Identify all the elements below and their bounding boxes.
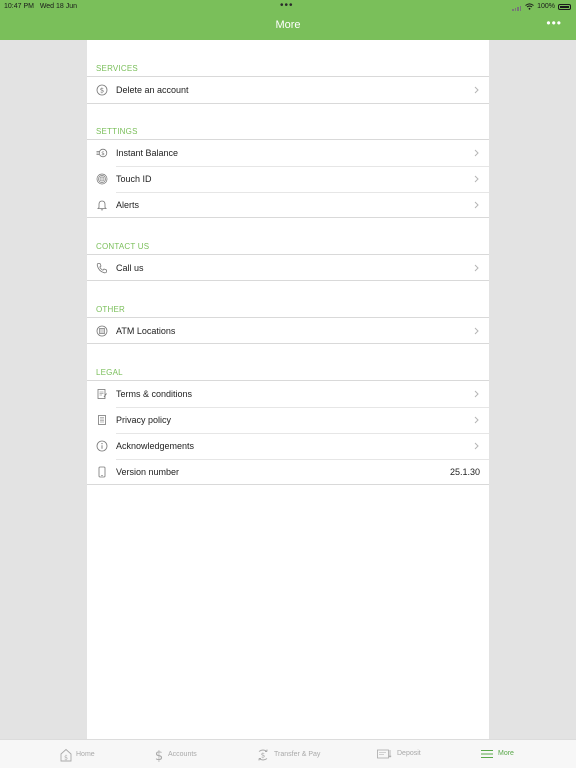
row-alerts[interactable]: Alerts — [87, 192, 489, 218]
fingerprint-icon — [96, 173, 108, 185]
row-label: Instant Balance — [116, 148, 179, 158]
navigation-bar: 10:47 PM Wed 18 Jun ••• 100% More ••• — [0, 0, 576, 40]
settings-panel: SERVICES $ Delete an account SETTINGS $ … — [87, 40, 489, 739]
divider — [87, 280, 489, 281]
row-label: Touch ID — [116, 174, 152, 184]
chevron-right-icon — [474, 327, 479, 335]
tab-label: Transfer & Pay — [274, 751, 321, 758]
row-atm-locations[interactable]: ATM Locations — [87, 318, 489, 344]
document-pen-icon — [97, 389, 107, 399]
page-title: More — [275, 19, 301, 31]
row-version-number: Version number 25.1.30 — [87, 459, 489, 485]
row-instant-balance[interactable]: $ Instant Balance — [87, 140, 489, 166]
info-icon — [96, 440, 108, 452]
tab-label: Home — [76, 751, 95, 758]
divider — [87, 217, 489, 218]
row-label: Delete an account — [116, 85, 189, 95]
status-time: 10:47 PM — [4, 3, 34, 10]
deposit-icon — [377, 749, 392, 759]
version-value: 25.1.30 — [449, 467, 480, 477]
chevron-right-icon — [474, 416, 479, 424]
multitask-dots[interactable]: ••• — [280, 1, 294, 11]
section-header-services: SERVICES — [96, 64, 138, 73]
tab-label: More — [498, 750, 514, 757]
status-indicators: 100% — [512, 2, 571, 11]
svg-text:$: $ — [101, 151, 105, 157]
row-acknowledgements[interactable]: Acknowledgements — [87, 433, 489, 459]
divider — [87, 343, 489, 344]
chevron-right-icon — [474, 149, 479, 157]
row-label: Terms & conditions — [116, 389, 193, 399]
home-icon: $ — [60, 748, 72, 762]
battery-icon — [558, 3, 571, 10]
status-date: Wed 18 Jun — [39, 3, 78, 10]
row-terms-conditions[interactable]: Terms & conditions — [87, 381, 489, 407]
phone-icon — [96, 263, 107, 274]
row-privacy-policy[interactable]: Privacy policy — [87, 407, 489, 433]
more-options-button[interactable]: ••• — [546, 16, 562, 30]
status-time-date: 10:47 PM Wed 18 Jun — [4, 2, 77, 11]
tab-more[interactable]: More — [480, 748, 514, 760]
document-icon — [98, 415, 106, 425]
section-header-legal: LEGAL — [96, 368, 123, 377]
chevron-right-icon — [474, 175, 479, 183]
atm-icon — [96, 325, 108, 337]
tab-accounts[interactable]: $ Accounts — [154, 748, 197, 762]
tab-bar: $ Home $ Accounts $ Transfer & Pay Depos… — [0, 739, 576, 768]
svg-text:$: $ — [64, 755, 68, 762]
bell-icon — [97, 200, 107, 211]
tab-deposit[interactable]: Deposit — [377, 748, 421, 760]
divider — [87, 484, 489, 485]
wifi-icon — [525, 3, 534, 10]
section-header-contact: CONTACT US — [96, 242, 150, 251]
signal-icon — [512, 2, 522, 11]
dollar-icon: $ — [155, 749, 163, 762]
menu-icon — [481, 750, 493, 758]
instant-balance-icon: $ — [96, 148, 108, 158]
row-delete-account[interactable]: $ Delete an account — [87, 77, 489, 103]
tab-transfer-pay[interactable]: $ Transfer & Pay — [256, 748, 320, 762]
chevron-right-icon — [474, 201, 479, 209]
device-icon — [98, 466, 106, 478]
transfer-icon: $ — [258, 749, 268, 761]
svg-text:$: $ — [100, 87, 104, 95]
chevron-right-icon — [474, 86, 479, 94]
svg-text:$: $ — [261, 752, 265, 760]
row-call-us[interactable]: Call us — [87, 255, 489, 281]
section-header-other: OTHER — [96, 305, 125, 314]
row-label: Alerts — [116, 200, 140, 210]
row-label: Privacy policy — [116, 415, 172, 425]
row-label: ATM Locations — [116, 326, 176, 336]
svg-text:$: $ — [155, 749, 163, 762]
chevron-right-icon — [474, 264, 479, 272]
row-label: Acknowledgements — [116, 441, 195, 451]
chevron-right-icon — [474, 390, 479, 398]
row-label: Call us — [116, 263, 144, 273]
tab-label: Deposit — [397, 750, 421, 757]
tab-home[interactable]: $ Home — [60, 748, 95, 762]
row-label: Version number — [116, 467, 180, 477]
section-header-settings: SETTINGS — [96, 127, 138, 136]
chevron-right-icon — [474, 442, 479, 450]
divider — [87, 103, 489, 104]
dollar-circle-icon: $ — [96, 84, 108, 96]
row-touch-id[interactable]: Touch ID — [87, 166, 489, 192]
battery-percent: 100% — [537, 3, 555, 10]
tab-label: Accounts — [168, 751, 197, 758]
